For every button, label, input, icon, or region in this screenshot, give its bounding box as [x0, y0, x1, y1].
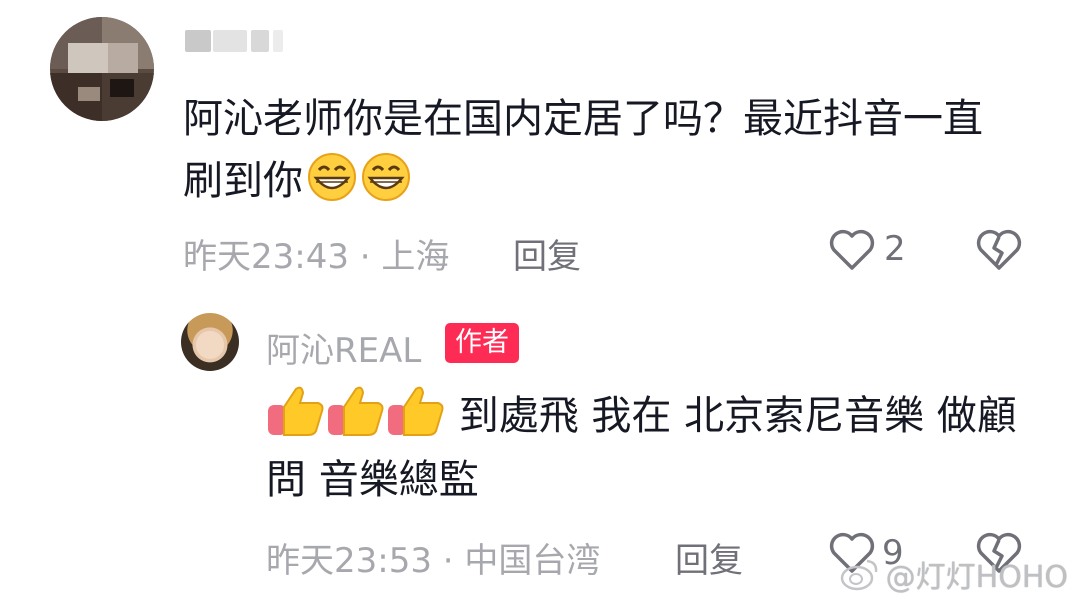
author-avatar[interactable]	[181, 313, 239, 371]
reply-button[interactable]: 回复	[675, 533, 743, 582]
grin-emoji-icon	[362, 153, 410, 201]
watermark: @灯灯HOHO	[840, 552, 1068, 596]
weibo-icon	[840, 559, 877, 591]
comment-body: 阿沁老师你是在国内定居了吗？最近抖音一直刷到你	[183, 96, 983, 204]
comment-text: 阿沁老师你是在国内定居了吗？最近抖音一直刷到你	[183, 88, 1003, 212]
author-badge: 作者	[445, 323, 519, 363]
like-count: 2	[884, 229, 906, 269]
reply-text: 到處飛 我在 北京索尼音樂 做顧問 音樂總監	[266, 383, 1046, 512]
commenter-avatar[interactable]	[50, 17, 154, 121]
watermark-text: @灯灯HOHO	[885, 560, 1068, 595]
comment-time-location: 昨天23:43 · 上海	[183, 237, 450, 277]
thumbs-up-emoji-icon	[268, 386, 324, 436]
reply-button[interactable]: 回复	[513, 229, 581, 278]
thumbs-up-emoji-icon	[328, 386, 384, 436]
reply-time-location: 昨天23:53 · 中国台湾	[266, 541, 601, 581]
broken-heart-icon[interactable]	[975, 228, 1023, 272]
heart-outline-icon[interactable]	[828, 228, 876, 272]
author-username[interactable]: 阿沁REAL	[266, 323, 421, 372]
commenter-username-masked[interactable]	[185, 28, 295, 54]
thumbs-up-emoji-icon	[388, 386, 444, 436]
grin-emoji-icon	[308, 153, 356, 201]
